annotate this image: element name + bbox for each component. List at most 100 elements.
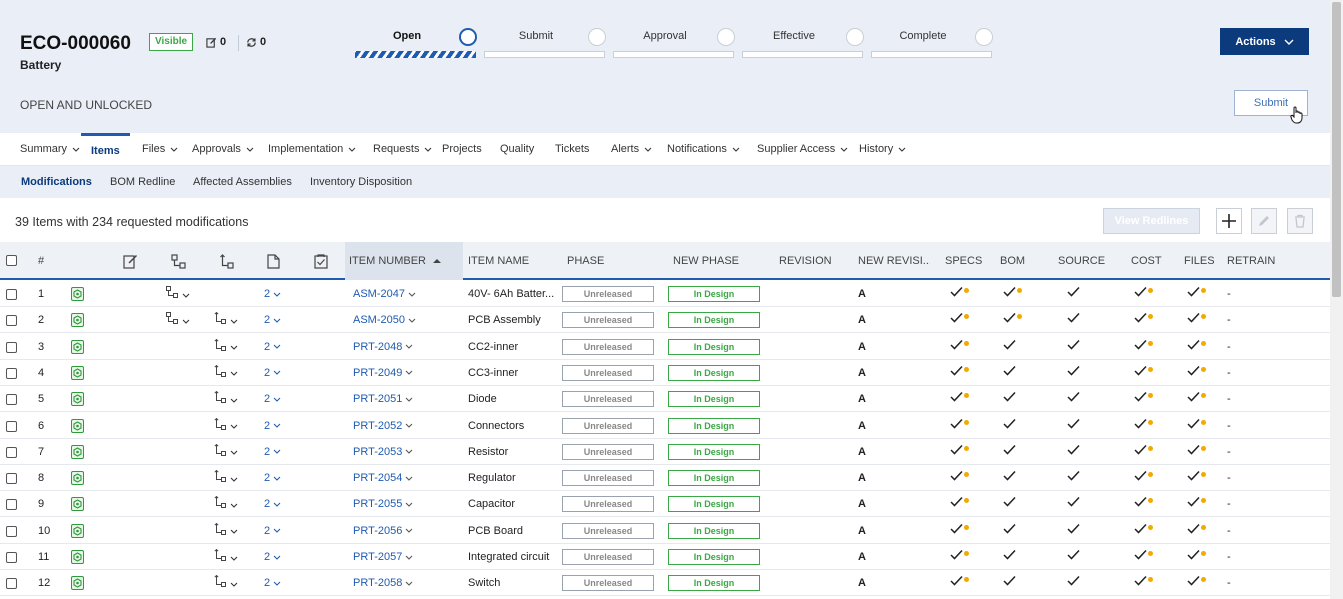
specs-check[interactable] [950,286,969,297]
bom-structure-toggle[interactable] [166,282,190,308]
col-files[interactable]: FILES [1184,242,1215,280]
col-phase[interactable]: PHASE [567,242,604,280]
row-checkbox[interactable] [6,499,17,511]
files-check[interactable] [1187,312,1206,323]
source-check[interactable] [1067,312,1080,323]
col-specs[interactable]: SPECS [945,242,982,280]
edit-count[interactable]: 0 [206,36,226,48]
row-checkbox[interactable] [6,394,17,406]
scrollbar-thumb[interactable] [1332,2,1341,297]
table-row[interactable]: 12 2 PRT-2058 Switch Unreleased In Design A - [0,570,1330,597]
files-check[interactable] [1187,391,1206,402]
item-number-link[interactable]: PRT-2048 [353,334,413,360]
table-row[interactable]: 5 2 PRT-2051 Diode Unreleased In Design A - [0,386,1330,413]
row-checkbox[interactable] [6,446,17,458]
where-used-toggle[interactable] [214,335,238,361]
table-row[interactable]: 11 2 PRT-2057 Integrated circuit Unreleased I… [0,544,1330,570]
table-row[interactable]: 8 2 PRT-2054 Regulator Unreleased In Design A - [0,465,1330,492]
bom-check[interactable] [1003,523,1016,534]
row-checkbox[interactable] [6,341,17,353]
bom-check[interactable] [1003,575,1016,586]
item-number-link[interactable]: PRT-2057 [353,544,413,570]
files-check[interactable] [1187,523,1206,534]
item-number-link[interactable]: PRT-2056 [353,518,413,544]
where-used-toggle[interactable] [214,519,238,545]
tab-approvals[interactable]: Approvals [192,133,254,166]
cost-check[interactable] [1134,391,1153,402]
subtab-inventory-disposition[interactable]: Inventory Disposition [310,176,412,188]
specs-check[interactable] [950,339,969,350]
cost-check[interactable] [1134,549,1153,560]
tab-history[interactable]: History [859,133,906,166]
col-bom[interactable]: BOM [1000,242,1025,280]
bom-check[interactable] [1003,549,1016,560]
subtab-modifications[interactable]: Modifications [21,176,92,188]
row-checkbox[interactable] [6,525,17,537]
specs-check[interactable] [950,496,969,507]
source-check[interactable] [1067,391,1080,402]
files-check[interactable] [1187,496,1206,507]
files-count-dropdown[interactable]: 2 [264,465,281,491]
files-count-dropdown[interactable]: 2 [264,544,281,570]
row-checkbox[interactable] [6,367,17,379]
source-check[interactable] [1067,470,1080,481]
files-count-dropdown[interactable]: 2 [264,360,281,386]
table-row[interactable]: 4 2 PRT-2049 CC3-inner Unreleased In Design A - [0,360,1330,386]
col-retrain[interactable]: RETRAIN [1227,242,1275,280]
col-new-phase[interactable]: NEW PHASE [673,242,739,280]
specs-check[interactable] [950,418,969,429]
source-check[interactable] [1067,496,1080,507]
files-count-dropdown[interactable]: 2 [264,386,281,412]
bom-check[interactable] [1003,391,1016,402]
bom-check[interactable] [1003,365,1016,376]
source-check[interactable] [1067,339,1080,350]
item-number-link[interactable]: PRT-2049 [353,360,413,386]
tab-items[interactable]: Items [81,133,130,166]
cost-check[interactable] [1134,575,1153,586]
cost-check[interactable] [1134,523,1153,534]
where-used-toggle[interactable] [214,545,238,571]
item-number-link[interactable]: PRT-2052 [353,413,413,439]
edit-button[interactable] [1251,208,1277,234]
table-row[interactable]: 1 2 ASM-2047 40V- 6Ah Batter... Unreleased In… [0,281,1330,307]
files-check[interactable] [1187,549,1206,560]
subtab-affected-assemblies[interactable]: Affected Assemblies [193,176,292,188]
cost-check[interactable] [1134,312,1153,323]
where-used-toggle[interactable] [214,387,238,413]
files-count-dropdown[interactable]: 2 [264,491,281,517]
tab-tickets[interactable]: Tickets [555,133,589,166]
tab-files[interactable]: Files [142,133,178,166]
specs-check[interactable] [950,470,969,481]
where-used-toggle[interactable] [214,492,238,518]
tab-notifications[interactable]: Notifications [667,133,740,166]
col-revision[interactable]: REVISION [779,242,832,280]
files-check[interactable] [1187,418,1206,429]
sync-count[interactable]: 0 [246,36,266,48]
table-row[interactable]: 7 2 PRT-2053 Resistor Unreleased In Design A - [0,439,1330,465]
bom-check[interactable] [1003,286,1022,297]
source-check[interactable] [1067,523,1080,534]
tab-requests[interactable]: Requests [373,133,432,166]
bom-check[interactable] [1003,418,1016,429]
bom-check[interactable] [1003,444,1016,455]
item-number-link[interactable]: PRT-2054 [353,465,413,491]
row-checkbox[interactable] [6,473,17,485]
source-check[interactable] [1067,549,1080,560]
cost-check[interactable] [1134,470,1153,481]
tab-quality[interactable]: Quality [500,133,534,166]
source-check[interactable] [1067,365,1080,376]
item-number-link[interactable]: PRT-2055 [353,491,413,517]
table-row[interactable]: 3 2 PRT-2048 CC2-inner Unreleased In Design A - [0,334,1330,360]
cost-check[interactable] [1134,339,1153,350]
subtab-bom-redline[interactable]: BOM Redline [110,176,175,188]
add-button[interactable] [1216,208,1242,234]
item-number-link[interactable]: PRT-2053 [353,439,413,465]
bom-check[interactable] [1003,496,1016,507]
cost-check[interactable] [1134,365,1153,376]
cost-check[interactable] [1134,496,1153,507]
files-check[interactable] [1187,444,1206,455]
select-all-checkbox[interactable] [6,255,17,266]
where-used-toggle[interactable] [214,414,238,440]
tab-projects[interactable]: Projects [442,133,482,166]
bom-check[interactable] [1003,339,1016,350]
